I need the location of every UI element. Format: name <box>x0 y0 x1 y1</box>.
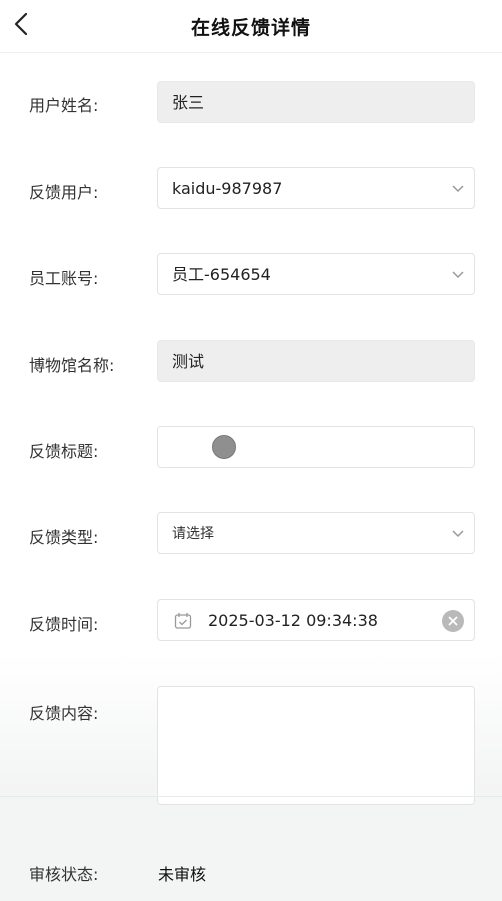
user-name-field: 张三 <box>157 81 475 123</box>
header: 在线反馈详情 <box>0 0 502 53</box>
feedback-user-value: kaidu-987987 <box>172 179 283 198</box>
staff-account-select[interactable]: 员工-654654 <box>157 253 475 295</box>
clear-icon[interactable] <box>442 610 464 632</box>
close-icon <box>448 616 458 626</box>
staff-account-label: 员工账号: <box>29 269 99 288</box>
cursor-dot-icon <box>212 435 236 459</box>
review-status-label: 审核状态: <box>29 865 99 884</box>
feedback-type-label: 反馈类型: <box>29 528 99 547</box>
feedback-time-picker[interactable]: 2025-03-12 09:34:38 <box>157 599 475 641</box>
feedback-time-value: 2025-03-12 09:34:38 <box>208 611 378 630</box>
feedback-type-placeholder: 请选择 <box>172 526 214 542</box>
calendar-icon <box>174 613 192 629</box>
chevron-down-icon <box>452 185 464 193</box>
feedback-user-label: 反馈用户: <box>29 183 99 202</box>
review-status-value: 未审核 <box>158 865 207 884</box>
user-name-value: 张三 <box>172 93 205 112</box>
feedback-content-label: 反馈内容: <box>29 704 99 723</box>
chevron-down-icon <box>452 271 464 279</box>
user-name-label: 用户姓名: <box>29 96 99 115</box>
page-title: 在线反馈详情 <box>190 17 311 39</box>
staff-account-value: 员工-654654 <box>172 265 271 284</box>
museum-name-field: 测试 <box>157 340 475 382</box>
museum-name-value: 测试 <box>172 352 205 371</box>
feedback-title-label: 反馈标题: <box>29 442 99 461</box>
feedback-content-textarea[interactable] <box>157 686 475 805</box>
feedback-type-select[interactable]: 请选择 <box>157 512 475 554</box>
feedback-user-select[interactable]: kaidu-987987 <box>157 167 475 209</box>
chevron-down-icon <box>452 530 464 538</box>
divider <box>0 796 502 797</box>
feedback-time-label: 反馈时间: <box>29 615 99 634</box>
museum-name-label: 博物馆名称: <box>29 356 115 375</box>
feedback-title-input[interactable] <box>157 426 475 468</box>
